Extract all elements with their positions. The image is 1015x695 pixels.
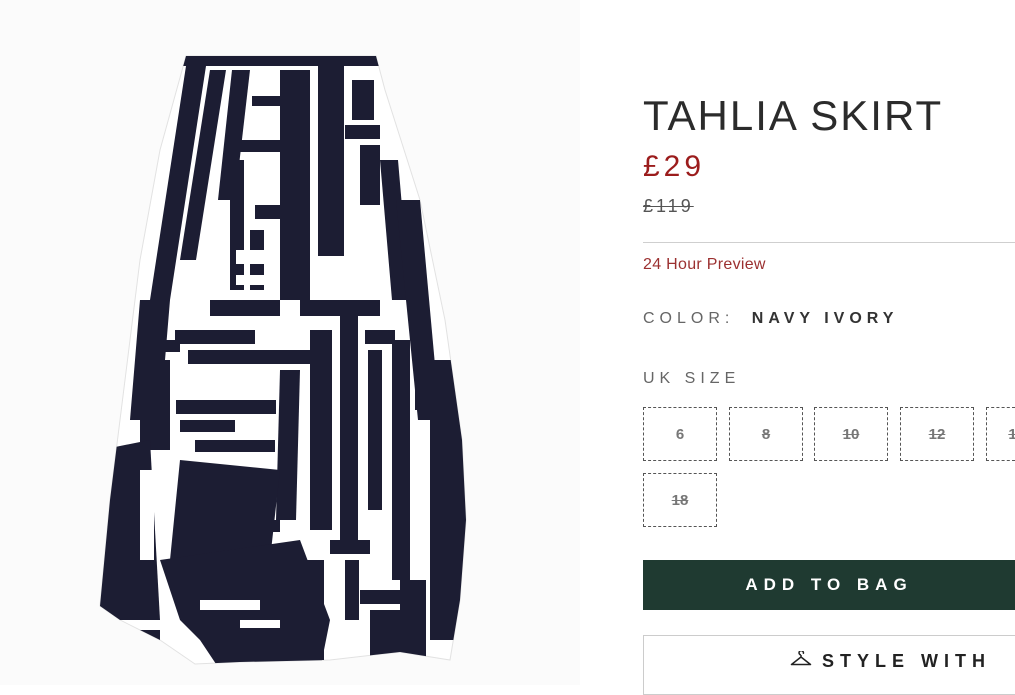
hanger-icon (790, 651, 812, 667)
size-option-8[interactable]: 8 (729, 407, 803, 461)
size-option-14[interactable]: 14 (986, 407, 1015, 461)
size-option-14-label: 14 (1008, 425, 1015, 443)
divider (643, 242, 1015, 243)
skirt-illustration (99, 55, 467, 665)
color-row: COLOR: NAVY IVORY (643, 310, 898, 328)
product-details: TAHLIA SKIRT £29 £119 24 Hour Preview CO… (643, 0, 1015, 695)
preview-note: 24 Hour Preview (643, 256, 766, 273)
style-with-label: STYLE WITH (822, 651, 991, 671)
style-with-button[interactable]: STYLE WITH (643, 635, 1015, 695)
size-option-18[interactable]: 18 (643, 473, 717, 527)
add-to-bag-button[interactable]: ADD TO BAG (643, 560, 1015, 610)
product-image[interactable] (0, 0, 580, 685)
size-label: UK SIZE (643, 370, 741, 387)
color-label: COLOR: (643, 310, 735, 327)
product-title: TAHLIA SKIRT (643, 92, 944, 139)
color-value: NAVY IVORY (751, 310, 899, 327)
size-option-10[interactable]: 10 (814, 407, 888, 461)
original-price: £119 (643, 196, 694, 216)
size-option-12[interactable]: 12 (900, 407, 974, 461)
sale-price: £29 (643, 150, 706, 183)
size-option-6[interactable]: 6 (643, 407, 717, 461)
